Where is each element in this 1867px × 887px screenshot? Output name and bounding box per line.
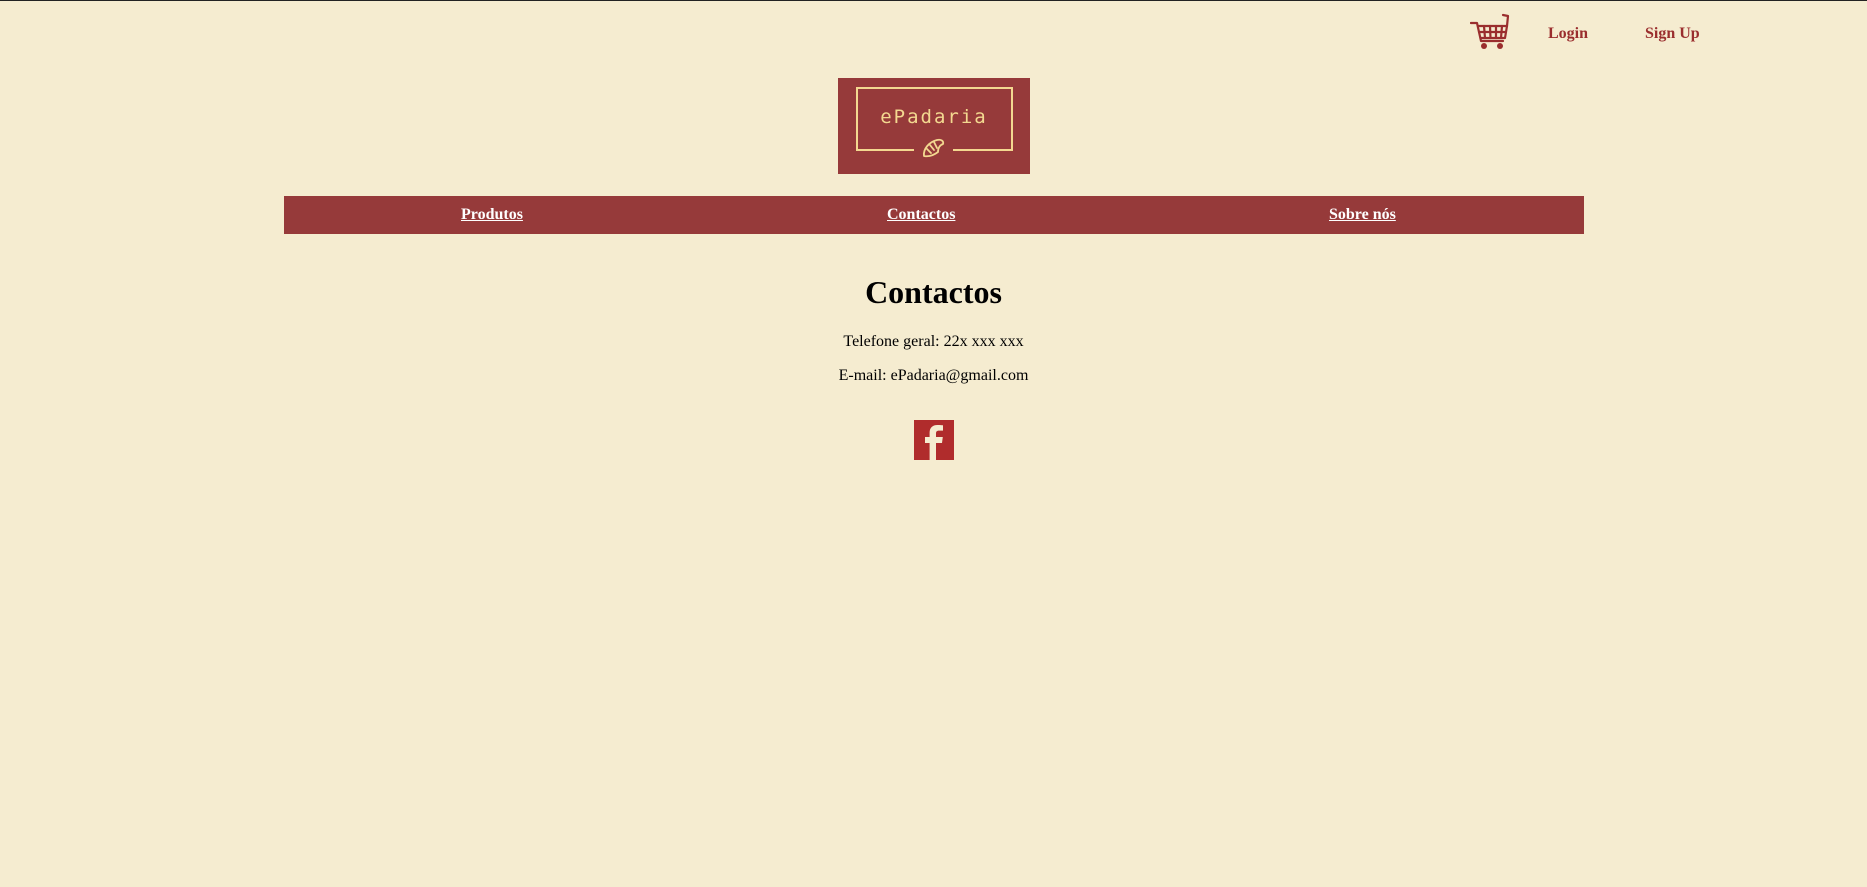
logo-text: ePadaria <box>880 106 988 128</box>
nav-item-contactos[interactable]: Contactos <box>887 206 955 224</box>
top-border <box>0 0 1867 1</box>
login-link[interactable]: Login <box>1548 25 1588 43</box>
site-logo[interactable]: ePadaria <box>838 78 1030 174</box>
signup-link[interactable]: Sign Up <box>1645 25 1700 43</box>
logo-line-left <box>856 149 914 151</box>
nav-item-sobre-nos[interactable]: Sobre nós <box>1329 206 1396 224</box>
shopping-cart-icon[interactable] <box>1470 13 1510 51</box>
croissant-icon <box>923 138 945 158</box>
contact-section: Contactos Telefone geral: 22x xxx xxx E-… <box>0 270 1867 384</box>
email-text: E-mail: ePadaria@gmail.com <box>838 367 1029 384</box>
nav-item-produtos[interactable]: Produtos <box>461 206 523 224</box>
page-title: Contactos <box>865 274 1002 310</box>
top-bar: Login Sign Up <box>1467 12 1867 56</box>
facebook-link[interactable] <box>914 420 954 460</box>
phone-text: Telefone geral: 22x xxx xxx <box>843 333 1024 350</box>
facebook-icon <box>925 425 943 460</box>
main-nav: Produtos Contactos Sobre nós <box>284 196 1584 234</box>
logo-line-right <box>953 149 1011 151</box>
